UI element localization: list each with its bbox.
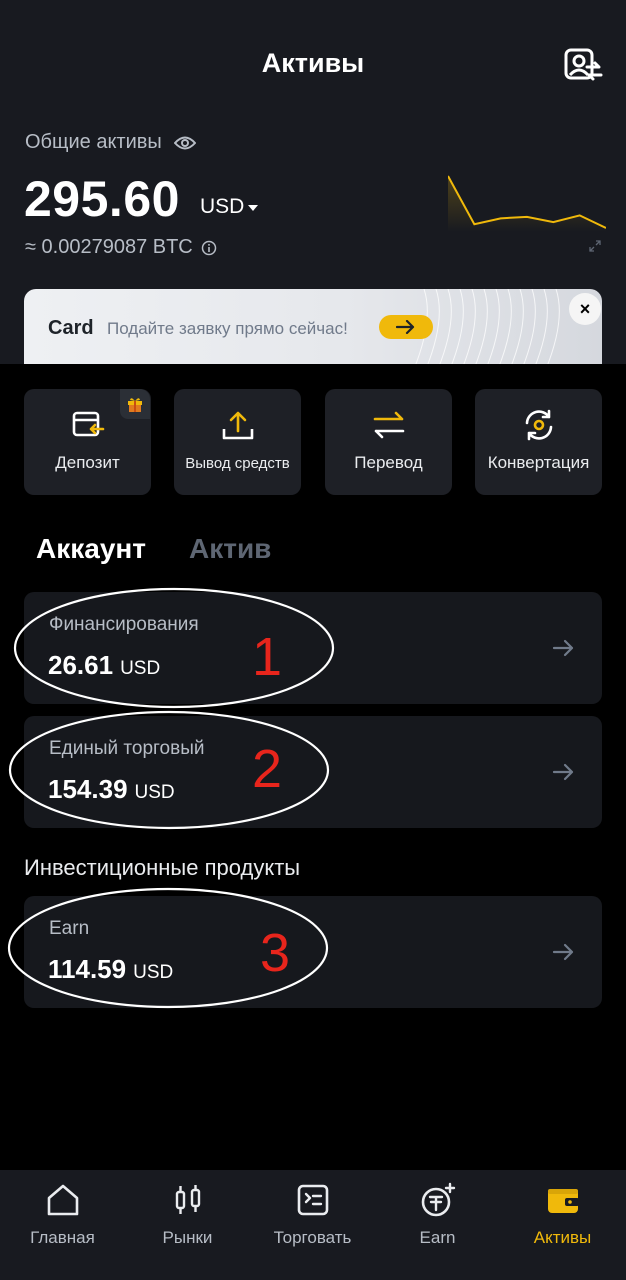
account-amount: 114.59	[48, 954, 127, 984]
account-amount: 154.39	[48, 774, 128, 804]
unified-trading-account-card[interactable]: Единый торговый 154.39 USD	[24, 716, 602, 828]
convert-button[interactable]: Конвертация	[475, 389, 602, 495]
nav-home[interactable]: Главная	[0, 1170, 125, 1280]
deposit-label: Депозит	[55, 453, 120, 472]
investment-products-heading: Инвестиционные продукты	[24, 855, 301, 880]
sparkline-area	[448, 176, 606, 232]
wallet-icon	[547, 1189, 579, 1213]
caret-down-icon	[248, 205, 259, 211]
nav-label: Торговать	[273, 1228, 352, 1247]
deposit-button[interactable]: Депозит	[24, 389, 151, 495]
account-currency: USD	[133, 962, 174, 983]
info-icon[interactable]	[201, 240, 217, 256]
transfer-button[interactable]: Перевод	[325, 389, 452, 495]
withdraw-button[interactable]: Вывод средств	[174, 389, 301, 495]
account-title: Финансирования	[49, 614, 199, 635]
banner-subtitle: Подайте заявку прямо сейчас!	[107, 319, 348, 338]
trade-icon	[297, 1184, 328, 1216]
eye-icon[interactable]	[173, 135, 196, 151]
arrow-right-icon	[552, 943, 574, 961]
account-currency: USD	[134, 782, 175, 803]
account-balance: 114.59 USD	[48, 954, 173, 985]
nav-markets[interactable]: Рынки	[125, 1170, 250, 1280]
candlestick-icon	[175, 1185, 200, 1214]
total-assets-label: Общие активы	[25, 131, 196, 154]
nav-label: Earn	[419, 1228, 456, 1247]
tab-account[interactable]: Аккаунт	[36, 533, 146, 565]
arrow-right-icon	[552, 639, 574, 657]
btc-equivalent-text: ≈ 0.00279087 BTC	[25, 236, 193, 258]
annotation-number-2: 2	[252, 739, 283, 799]
annotation-number-1: 1	[252, 627, 283, 687]
total-assets-text: Общие активы	[25, 131, 162, 153]
bottom-nav: Главная Рынки Торговать Earn Активы	[0, 1170, 626, 1280]
transfer-icon	[373, 411, 404, 439]
arrow-right-icon	[552, 763, 574, 781]
convert-icon	[525, 409, 552, 441]
balance-sparkline[interactable]	[448, 172, 606, 232]
gift-icon	[120, 389, 150, 419]
home-icon	[47, 1184, 78, 1216]
earn-account-card[interactable]: Earn 114.59 USD	[24, 896, 602, 1008]
nav-assets[interactable]: Активы	[500, 1170, 625, 1280]
account-amount: 26.61	[48, 650, 114, 680]
expand-icon[interactable]	[589, 240, 601, 252]
earn-coin-icon	[421, 1182, 455, 1217]
currency-selector[interactable]: USD	[200, 195, 259, 219]
account-balance: 154.39 USD	[48, 774, 175, 805]
account-title: Earn	[49, 918, 90, 939]
banner-go-button[interactable]	[379, 315, 433, 339]
banner-close-button[interactable]: ×	[569, 293, 601, 325]
total-assets-value: 295.60	[24, 171, 180, 227]
currency-label: USD	[200, 195, 245, 218]
withdraw-label: Вывод средств	[185, 455, 290, 472]
nav-label: Главная	[30, 1228, 95, 1247]
banner-title: Card	[48, 317, 94, 339]
convert-label: Конвертация	[487, 453, 590, 472]
funding-account-card[interactable]: Финансирования 26.61 USD	[24, 592, 602, 704]
transfer-label: Перевод	[354, 453, 423, 472]
account-balance: 26.61 USD	[48, 650, 160, 681]
nav-earn[interactable]: Earn	[375, 1170, 500, 1280]
nav-label: Рынки	[162, 1228, 213, 1247]
page-title: Активы	[261, 48, 365, 78]
annotation-number-3: 3	[260, 923, 291, 983]
card-promo-banner[interactable]: Card Подайте заявку прямо сейчас! ×	[24, 289, 602, 369]
nav-trade[interactable]: Торговать	[250, 1170, 375, 1280]
nav-label: Активы	[533, 1228, 592, 1247]
account-currency: USD	[120, 658, 161, 679]
arrow-right-icon	[396, 320, 415, 334]
upload-icon	[222, 411, 253, 440]
user-switch-icon[interactable]	[563, 47, 603, 83]
btc-equivalent: ≈ 0.00279087 BTC	[25, 236, 217, 259]
deposit-card-icon	[72, 411, 104, 437]
account-title: Единый торговый	[49, 738, 205, 759]
tab-asset[interactable]: Актив	[189, 533, 271, 565]
